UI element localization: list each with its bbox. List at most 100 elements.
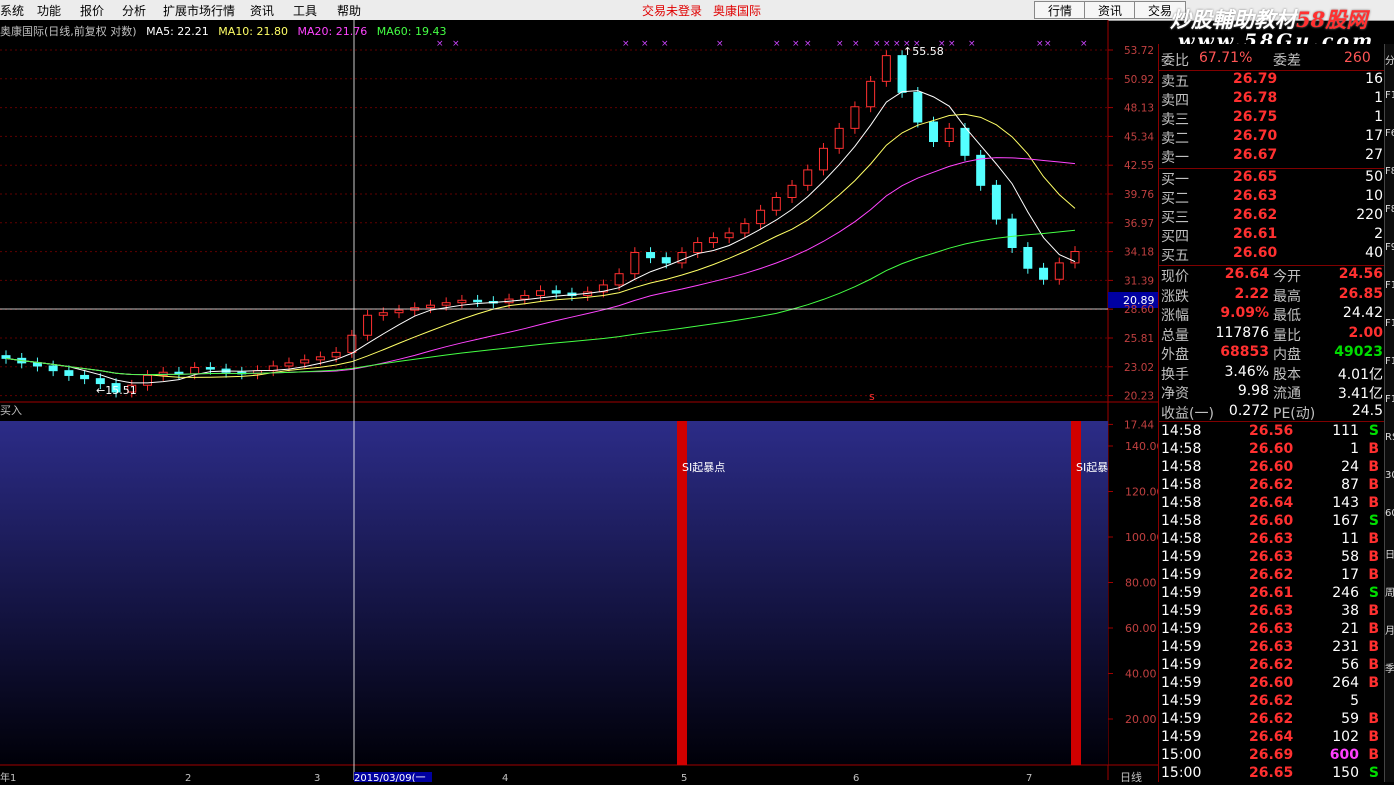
tick-row[interactable]: 14:59 26.62 56 B [1159,657,1385,675]
tick-row[interactable]: 14:59 26.63 38 B [1159,603,1385,621]
candle-body [80,374,90,380]
menu-quote[interactable]: 报价 [80,2,104,19]
side-button[interactable]: F9 [1385,242,1394,253]
signal-x: × [436,39,444,49]
tab-news[interactable]: 资讯 [1084,1,1136,19]
menu-tools[interactable]: 工具 [293,2,317,19]
ask-label: 卖四 [1161,93,1189,109]
bid-row[interactable]: 买三 26.62 220 [1159,207,1385,226]
tick-row[interactable]: 14:59 26.63 21 B [1159,621,1385,639]
tab-quote[interactable]: 行情 [1034,1,1086,19]
trade-status[interactable]: 交易未登录 [642,2,702,19]
tick-time: 14:59 [1161,603,1202,619]
tick-row[interactable]: 14:59 26.62 17 B [1159,567,1385,585]
price-tick: 53.72 [1124,45,1154,57]
tick-row[interactable]: 14:58 26.63 11 B [1159,531,1385,549]
tick-row[interactable]: 14:59 26.61 246 S [1159,585,1385,603]
stat-label: 现价 [1161,269,1189,285]
period-label[interactable]: 日线 [1120,770,1142,784]
signal-x: × [773,39,781,49]
side-button[interactable]: 60 [1385,508,1394,519]
tick-volume: 38 [1341,603,1359,619]
ask-row[interactable]: 卖五 26.79 16 [1159,71,1385,90]
kline-chart[interactable]: × × × × × × × × × × × × × × × × × × × × × × 20.89 53.7250.924… [0,20,1164,784]
stat-label-2: 最高 [1273,288,1301,305]
ask-row[interactable]: 卖二 26.70 17 [1159,128,1385,147]
stat-row[interactable]: 换手 3.46% 股本 4.01亿 [1159,364,1385,383]
stat-value-2: 26.85 [1338,285,1383,302]
price-tick: 25.81 [1124,333,1154,345]
tick-row[interactable]: 14:59 26.62 5 [1159,693,1385,711]
tick-row[interactable]: 14:58 26.62 87 B [1159,477,1385,495]
bid-row[interactable]: 买二 26.63 10 [1159,188,1385,207]
tick-row[interactable]: 14:59 26.62 59 B [1159,711,1385,729]
tick-row[interactable]: 14:59 26.64 102 B [1159,729,1385,747]
tick-volume: 143 [1332,495,1359,511]
ask-label: 卖二 [1161,131,1189,147]
menu-info[interactable]: 资讯 [250,2,274,19]
stat-row[interactable]: 总量 117876 量比 2.00 [1159,325,1385,344]
side-button[interactable]: 月 [1385,622,1394,637]
chart-area[interactable]: × × × × × × × × × × × × × × × × × × × × × × 20.89 53.72 50.92 4… [0,20,1164,784]
side-button[interactable]: 季 [1385,660,1394,675]
side-button[interactable]: F1 [1385,318,1394,329]
side-button[interactable]: RS [1385,432,1394,443]
side-button[interactable]: F8 [1385,166,1394,177]
tick-row[interactable]: 15:00 26.69 600 B [1159,747,1385,765]
tick-row[interactable]: 14:58 26.64 143 B [1159,495,1385,513]
ask-volume: 17 [1365,128,1383,144]
tick-row[interactable]: 14:59 26.63 231 B [1159,639,1385,657]
ask-row[interactable]: 卖三 26.75 1 [1159,109,1385,128]
tick-row[interactable]: 15:00 26.65 150 S [1159,765,1385,783]
weibi-label: 委比 [1161,53,1189,69]
tick-side: B [1368,621,1379,637]
bid-row[interactable]: 买五 26.60 40 [1159,245,1385,264]
signal-label-2: SI起暴 [1076,461,1108,474]
ask-row[interactable]: 卖四 26.78 1 [1159,90,1385,109]
side-button[interactable]: 分 [1385,52,1394,67]
side-button[interactable]: F1 [1385,280,1394,291]
ask-row[interactable]: 卖一 26.67 27 [1159,147,1385,166]
bid-volume: 50 [1365,169,1383,185]
menu-help[interactable]: 帮助 [337,2,361,19]
bid-row[interactable]: 买四 26.61 2 [1159,226,1385,245]
tick-row[interactable]: 14:59 26.60 264 B [1159,675,1385,693]
side-toolbar[interactable]: 分 F1 F6 F8 F8 F9 F1 F1 F1 F1 RS 30 60 日周月季 [1384,44,1394,782]
side-button[interactable]: 周 [1385,584,1394,599]
tick-price: 26.64 [1249,729,1294,745]
main-chart-bg [0,20,1108,402]
stat-row[interactable]: 外盘 68853 内盘 49023 [1159,344,1385,363]
signal-x: × [716,39,724,49]
side-button[interactable]: 30 [1385,470,1394,481]
stat-row[interactable]: 涨跌 2.22 最高 26.85 [1159,285,1385,305]
menu-ext-market[interactable]: 扩展市场行情 [163,2,235,19]
candle-body [960,127,970,156]
tick-row[interactable]: 14:58 26.60 167 S [1159,513,1385,531]
tick-side: B [1368,531,1379,547]
stat-row[interactable]: 现价 26.64 今开 24.56 [1159,266,1385,285]
side-button[interactable]: F8 [1385,204,1394,215]
menu-system[interactable]: 系统 [0,2,24,19]
price-tick: 36.97 [1124,218,1154,230]
tick-volume: 58 [1341,549,1359,565]
ask-price: 26.75 [1233,109,1278,125]
side-button[interactable]: F6 [1385,128,1394,139]
side-button[interactable]: F1 [1385,90,1394,101]
tick-row[interactable]: 14:58 26.56 111 S [1159,423,1385,441]
tick-row[interactable]: 14:59 26.63 58 B [1159,549,1385,567]
stat-row[interactable]: 收益(一) 0.272 PE(动) 24.5 [1159,403,1385,422]
stat-row[interactable]: 涨幅 9.09% 最低 24.42 [1159,305,1385,324]
side-button[interactable]: F1 [1385,356,1394,367]
menu-function[interactable]: 功能 [37,2,61,19]
tick-row[interactable]: 14:58 26.60 1 B [1159,441,1385,459]
bid-row[interactable]: 买一 26.65 50 [1159,169,1385,188]
stat-label: 收益(一) [1161,405,1214,422]
side-button[interactable]: F1 [1385,394,1394,405]
side-button[interactable]: 日 [1385,546,1394,561]
tick-row[interactable]: 14:58 26.60 24 B [1159,459,1385,477]
stat-row[interactable]: 净资 9.98 流通 3.41亿 [1159,383,1385,402]
tick-time: 14:58 [1161,459,1202,475]
ask-volume: 27 [1365,147,1383,163]
tick-side: B [1368,567,1379,583]
menu-analysis[interactable]: 分析 [122,2,146,19]
